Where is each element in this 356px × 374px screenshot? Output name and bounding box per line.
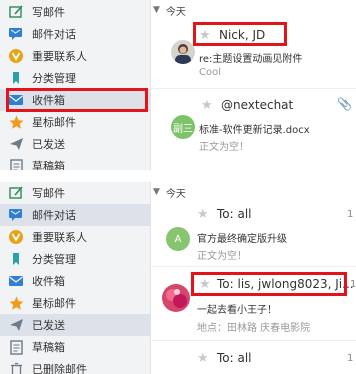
conversation-icon [8,207,24,223]
collapse-caret-icon[interactable]: ▼ [153,187,160,197]
compose-icon [8,4,24,20]
mail-subject: 官方最终确定版升级 [197,234,287,245]
mail-item[interactable]: 副三 ★ @nextechat 📎 标准-软件更新记录.docx 正文为空！ [151,90,356,160]
sidebar-item-label: 已删除邮件 [32,363,87,374]
highlight-box-inbox [6,88,148,112]
sidebar-item-label: 写邮件 [32,6,65,19]
sidebar-item-label: 写邮件 [32,187,65,200]
sidebar-item-sent[interactable]: 已发送 [0,314,150,336]
sidebar-item-label: 邮件对话 [32,28,76,41]
mail-sender: To: all [217,351,252,365]
sidebar-item-label: 重要联系人 [32,231,87,244]
mail-subject: re:主题设置动画见附件 [199,54,303,65]
screenshot-separator [0,170,356,182]
sidebar-item-label: 分类管理 [32,72,76,85]
mail-preview: Cool [199,67,221,78]
star-toggle-icon[interactable]: ★ [197,352,209,366]
sidebar-item-starred[interactable]: 星标邮件 [0,111,150,133]
sidebar-item-inbox[interactable]: 收件箱 [0,270,150,292]
sidebar: 写邮件 邮件对话 重要联系人 分类管理 收件箱 [0,0,151,170]
sidebar-item-label: 草稿箱 [32,341,65,354]
sidebar-item-label: 重要联系人 [32,50,87,63]
sidebar-item-label: 已发送 [32,138,65,151]
sidebar-item-drafts[interactable]: 草稿箱 [0,155,150,170]
sidebar-item-label: 已发送 [32,319,65,332]
draft-icon [8,158,24,170]
mail-subject: 标准-软件更新记录.docx [199,125,310,136]
mail-item[interactable]: A ★ To: all 1 官方最终确定版升级 正文为空！ [151,204,356,266]
day-label: 今天 [165,188,186,200]
draft-icon [8,339,24,355]
sidebar-item-label: 收件箱 [32,275,65,288]
divider [151,340,356,341]
sidebar-item-label: 星标邮件 [32,297,76,310]
avatar: 副三 [171,115,195,139]
mail-date: 1 [347,353,354,364]
sidebar-item-vip-contacts[interactable]: 重要联系人 [0,226,150,248]
mail-sender: To: all [217,207,252,221]
mail-date: 1 [350,279,356,290]
sidebar-item-label: 星标邮件 [32,116,76,129]
divider [151,88,356,89]
mail-subject: 一起去看小王子！ [197,305,277,316]
avatar [171,40,195,64]
mail-list: ▼ 今天 ★ Nick, JD re:主题设置动画见附件 Cool 副三 ★ @… [151,0,356,170]
category-icon [8,251,24,267]
sent-icon [8,136,24,152]
sidebar-item-vip-contacts[interactable]: 重要联系人 [0,45,150,67]
star-toggle-icon[interactable]: ★ [201,99,213,113]
sidebar-item-drafts[interactable]: 草稿箱 [0,336,150,358]
day-label: 今天 [165,6,186,18]
sidebar-item-trash[interactable]: 已删除邮件 [0,358,150,374]
sidebar: 写邮件 邮件对话 重要联系人 分类管理 收件箱 [0,182,151,374]
highlight-box-sender [193,22,287,46]
mail-item[interactable]: ★ Nick, JD re:主题设置动画见附件 Cool [151,22,356,88]
inbox-icon [8,273,24,289]
day-group-header[interactable]: ▼ 今天 [151,182,186,202]
compose-icon [8,185,24,201]
vip-contact-icon [8,48,24,64]
sidebar-item-category[interactable]: 分类管理 [0,248,150,270]
sidebar-item-conversation[interactable]: 邮件对话 [0,23,150,45]
vip-contact-icon [8,229,24,245]
mail-location: 地点：田林路 庆春电影院 [197,323,311,334]
sidebar-item-compose[interactable]: 写邮件 [0,182,150,204]
day-group-header[interactable]: ▼ 今天 [151,0,186,20]
star-icon [8,295,24,311]
sidebar-item-starred[interactable]: 星标邮件 [0,292,150,314]
mail-date: 1 [347,209,354,220]
top-screenshot: 写邮件 邮件对话 重要联系人 分类管理 收件箱 星标邮件 已发送 草稿箱 ▼ 今… [0,0,356,170]
sidebar-item-label: 分类管理 [32,253,76,266]
highlight-box-recipients [191,272,347,296]
divider [151,266,356,267]
sent-icon [8,317,24,333]
avatar [162,284,190,312]
attachment-icon: 📎 [337,97,352,111]
sidebar-item-sent[interactable]: 已发送 [0,133,150,155]
star-toggle-icon[interactable]: ★ [197,208,209,222]
sidebar-item-label: 草稿箱 [32,160,65,170]
conversation-icon [8,26,24,42]
mail-preview: 正文为空！ [199,142,249,153]
collapse-caret-icon[interactable]: ▼ [153,5,160,15]
trash-icon [8,361,24,374]
star-icon [8,114,24,130]
sidebar-item-conversation[interactable]: 邮件对话 [0,204,150,226]
bottom-screenshot: 写邮件 邮件对话 重要联系人 分类管理 收件箱 星标邮件 已发送 草稿箱 已删除… [0,182,356,374]
mail-sender: @nextechat [221,98,294,112]
mail-item[interactable]: ★ To: all 1 [151,342,356,374]
mail-preview: 正文为空！ [197,251,247,262]
sidebar-item-label: 邮件对话 [32,209,76,222]
category-icon [8,70,24,86]
mail-item[interactable]: ★ To: lis, jwlong8023, Ji... 1 一起去看小王子！ … [151,268,356,338]
avatar: A [166,227,190,251]
mail-list: ▼ 今天 A ★ To: all 1 官方最终确定版升级 正文为空！ ★ To:… [151,182,356,374]
sidebar-item-category[interactable]: 分类管理 [0,67,150,89]
sidebar-item-compose[interactable]: 写邮件 [0,1,150,23]
